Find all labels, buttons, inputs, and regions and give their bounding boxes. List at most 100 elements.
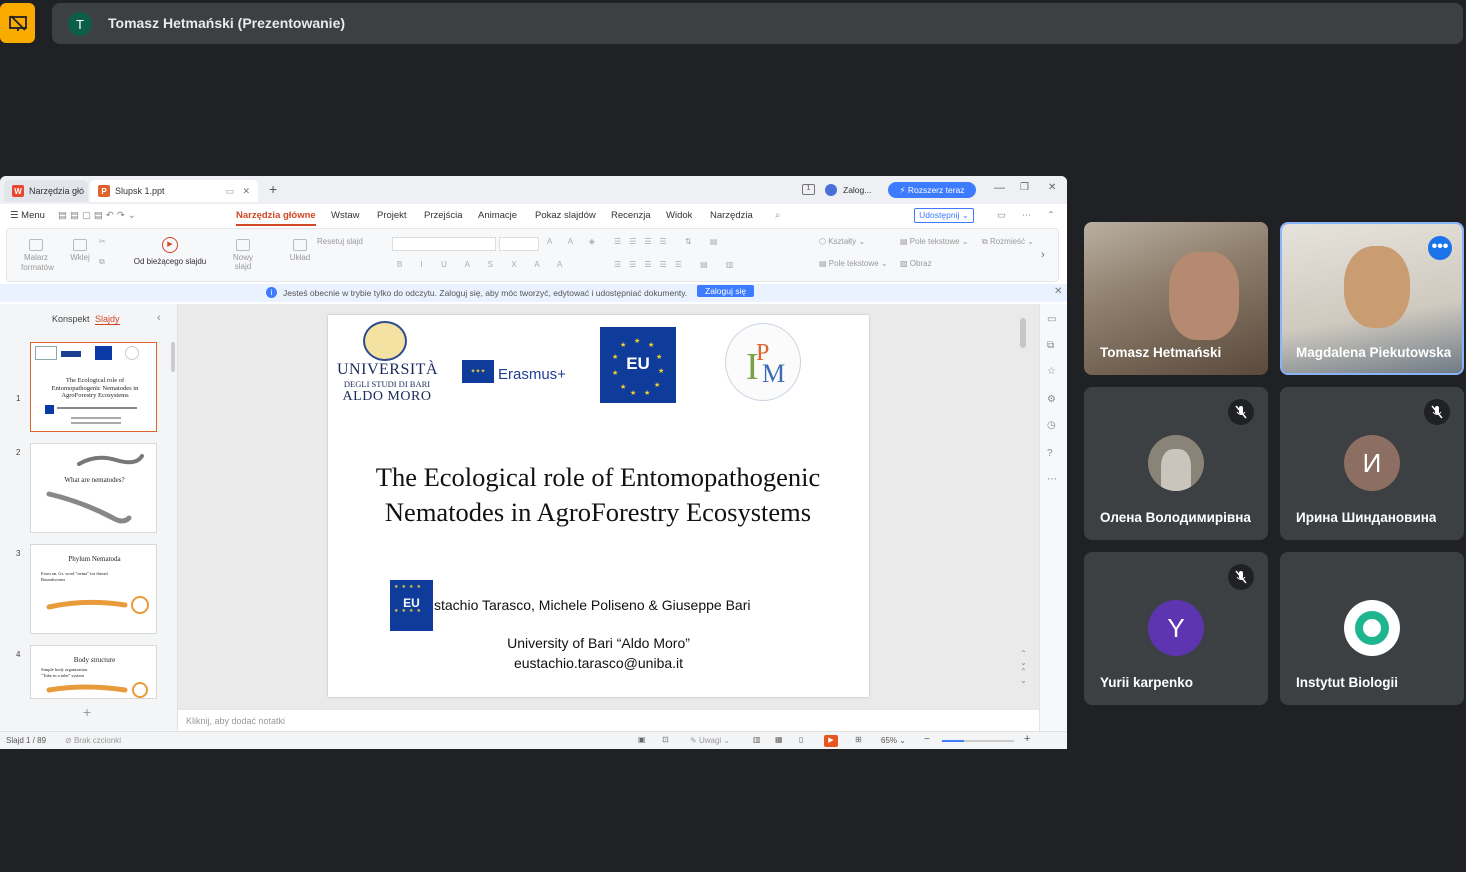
zoom-in-icon[interactable]: + <box>1024 733 1030 745</box>
collapse-panel-icon[interactable]: ‹ <box>157 312 161 324</box>
login-button[interactable]: Zaloguj się <box>697 285 755 297</box>
reading-view-icon[interactable]: ▯ <box>799 735 803 744</box>
menu-design[interactable]: Projekt <box>377 210 407 221</box>
menu-review[interactable]: Recenzja <box>611 210 651 221</box>
text-box-button[interactable]: ▤ Pole tekstowe ⌄ <box>900 237 969 246</box>
presentation-indicator-icon[interactable] <box>0 3 35 43</box>
paragraph-icons[interactable]: ☰☰☰☰ ⇅ ▤ <box>614 237 725 246</box>
share-button[interactable]: Udostępnij ⌄ <box>914 208 974 223</box>
tab-file[interactable]: P Slupsk 1.ppt ▭ ✕ <box>90 180 258 202</box>
participant-photo-avatar <box>1148 435 1204 491</box>
text-format-icons[interactable]: B I U A S X A A <box>397 260 570 269</box>
participant-tile[interactable]: Instytut Biologii <box>1280 552 1464 705</box>
reset-slide-button[interactable]: Resetuj slajd <box>317 237 363 246</box>
more-tools-icon[interactable]: ⋯ <box>1047 474 1057 485</box>
zoom-level[interactable]: 65% ⌄ <box>881 736 906 745</box>
menu-button[interactable]: ☰ Menu <box>10 210 45 221</box>
minimize-icon[interactable]: — <box>994 182 1005 194</box>
slide-sorter-icon[interactable]: ▦ <box>775 735 783 744</box>
participant-tile-active-video[interactable]: ••• Magdalena Piekutowska <box>1280 222 1464 375</box>
thumb-text-line <box>71 422 121 424</box>
thumb-title: Phylum Nematoda <box>68 555 121 563</box>
comment-icon[interactable]: ▭ <box>997 210 1006 221</box>
settings-sliders-icon[interactable]: ⚙ <box>1047 394 1056 405</box>
copy-icon[interactable]: ⧉ <box>99 257 105 267</box>
user-icon[interactable] <box>825 184 837 196</box>
menu-view[interactable]: Widok <box>666 210 692 221</box>
window-count-icon[interactable]: 1 <box>802 184 815 195</box>
comments-toggle[interactable]: ✎ Uwagi ⌄ <box>690 736 730 745</box>
properties-icon[interactable]: ▭ <box>1047 314 1056 325</box>
tab-slides[interactable]: Slajdy <box>95 314 120 325</box>
participant-name: Magdalena Piekutowska <box>1296 345 1452 360</box>
cloud-icon[interactable]: ▭ <box>225 186 234 197</box>
new-slide-button[interactable]: Nowy slajd <box>225 239 261 271</box>
close-window-icon[interactable]: ✕ <box>1048 182 1056 193</box>
collapse-ribbon-icon[interactable]: ⌃ <box>1047 210 1055 221</box>
menu-animations[interactable]: Animacje <box>478 210 517 221</box>
menu-transitions[interactable]: Przejścia <box>424 210 463 221</box>
slide-thumbnail-4[interactable]: Body structure Simple body organization … <box>30 645 157 699</box>
copy-format-icon[interactable]: ⧉ <box>1047 340 1054 351</box>
zoom-slider[interactable] <box>942 740 1014 742</box>
erasmus-label: Erasmus+ <box>498 366 566 383</box>
layout-button[interactable]: Układ <box>285 239 315 262</box>
history-icon[interactable]: ◷ <box>1047 420 1056 431</box>
slide-title: The Ecological role of Entomopathogenic … <box>375 462 821 527</box>
menu-insert[interactable]: Wstaw <box>331 210 360 221</box>
participant-tile-video[interactable]: Tomasz Hetmański <box>1084 222 1268 375</box>
slide-email: eustachio.tarasco@uniba.it <box>513 655 684 671</box>
arrange-button[interactable]: ⧉ Rozmieść ⌄ <box>982 237 1034 247</box>
panel-scrollbar[interactable] <box>171 342 175 372</box>
participant-tile[interactable]: Y Yurii karpenko <box>1084 552 1268 705</box>
login-link[interactable]: Zalog... <box>843 185 871 195</box>
picture-button[interactable]: ▨ Obraz <box>900 259 932 268</box>
close-tab-icon[interactable]: ✕ <box>242 186 250 197</box>
add-slide-icon[interactable]: + <box>83 704 91 720</box>
participant-tile[interactable]: Олена Володимирівна <box>1084 387 1268 540</box>
quick-access-icons[interactable]: ▤▤▢▤↶↷⌄ <box>58 210 139 221</box>
new-tab-icon[interactable]: + <box>269 181 277 197</box>
ribbon-next-icon[interactable]: › <box>1041 249 1045 261</box>
slide-thumbnail-2[interactable]: What are nematodes? <box>30 443 157 533</box>
thumb-number: 1 <box>16 394 21 403</box>
shapes-button[interactable]: ⬡ Kształty ⌄ <box>819 237 865 246</box>
more-icon[interactable]: ⋯ <box>1022 210 1032 221</box>
slide-thumbnail-3[interactable]: Phylum Nematoda From an. Gr. word "nema"… <box>30 544 157 634</box>
notes-toggle-icon[interactable]: ▣ <box>638 735 646 744</box>
cut-icon[interactable]: ✂ <box>99 237 106 246</box>
scroll-arrows-icon[interactable]: ⌃ ⌄ ⌃ ⌄ <box>1020 649 1027 685</box>
restore-icon[interactable]: ❐ <box>1020 182 1029 193</box>
participant-tile[interactable]: И Ирина Шиндановина <box>1280 387 1464 540</box>
paste-button[interactable]: Wklej <box>65 239 95 262</box>
slide-thumbnail-1[interactable]: The Ecological role of Entomopathogenic … <box>30 342 157 432</box>
font-size-select[interactable] <box>499 237 539 251</box>
tab-label: Narzędzia głó <box>29 186 85 196</box>
tab-home-tools[interactable]: W Narzędzia głó <box>4 180 88 202</box>
menu-slideshow[interactable]: Pokaz slajdów <box>535 210 596 221</box>
close-info-icon[interactable]: ✕ <box>1054 286 1062 297</box>
zoom-out-icon[interactable]: − <box>924 734 930 745</box>
normal-view-icon[interactable]: ▥ <box>753 735 761 744</box>
tab-outline[interactable]: Konspekt <box>52 314 90 324</box>
slide[interactable]: UNIVERSITÀ DEGLI STUDI DI BARI ALDO MORO… <box>328 315 869 697</box>
fit-window-icon[interactable]: ⊞ <box>855 735 862 744</box>
notes-area[interactable]: Kliknij, aby dodać notatki <box>178 709 1039 731</box>
more-options-icon[interactable]: ••• <box>1428 236 1452 260</box>
text-box2-button[interactable]: ▤ Pole tekstowe ⌄ <box>819 259 888 268</box>
menu-tools[interactable]: Narzędzia <box>710 210 753 221</box>
expand-button[interactable]: ⚡ Rozszerz teraz <box>888 182 976 198</box>
fit-icon[interactable]: ⊡ <box>662 735 669 744</box>
menu-home-tools[interactable]: Narzędzia główne <box>236 210 316 226</box>
font-tools-icons[interactable]: A A ◈ <box>547 237 602 246</box>
missing-fonts-status[interactable]: ⊘ Brak czcionki <box>65 736 121 745</box>
search-icon[interactable]: ⌕ <box>775 210 780 221</box>
painter-button[interactable]: Malarz formatów <box>21 239 54 273</box>
from-current-slide-button[interactable]: ▶ Od bieżącego slajdu <box>125 237 215 266</box>
font-family-select[interactable] <box>392 237 496 251</box>
help-icon[interactable]: ? <box>1047 448 1053 459</box>
canvas-scrollbar[interactable] <box>1020 318 1026 348</box>
align-icons[interactable]: ☰☰☰☰☰ ▤ ▥ <box>614 260 741 269</box>
play-slideshow-icon[interactable]: ▶ <box>824 735 838 747</box>
star-icon[interactable]: ☆ <box>1047 366 1056 377</box>
